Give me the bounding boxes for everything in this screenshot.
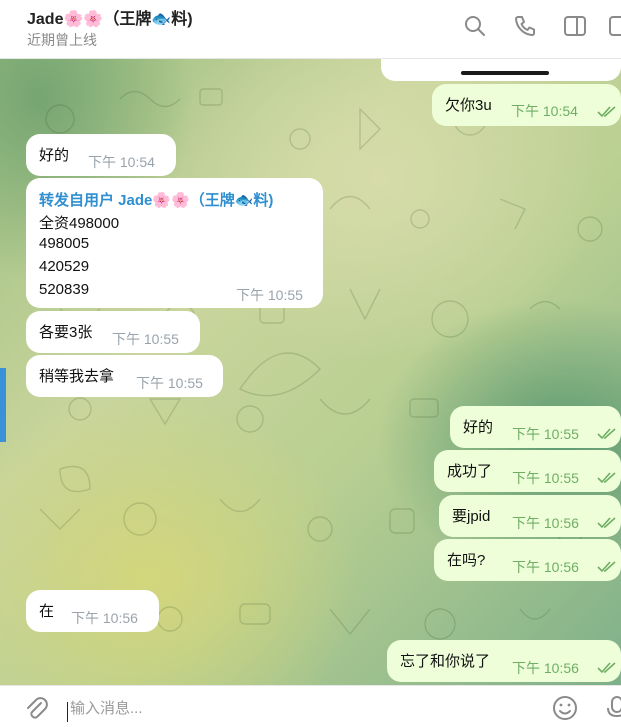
phone-icon[interactable] bbox=[512, 13, 538, 39]
message-bubble-outgoing[interactable]: 忘了和你说了 下午 10:56 bbox=[387, 640, 621, 682]
message-time: 下午 10:54 bbox=[88, 154, 155, 170]
message-time: 下午 10:54 bbox=[511, 103, 578, 119]
message-time: 下午 10:55 bbox=[236, 287, 303, 303]
forwarded-from-label[interactable]: 转发自用户 Jade🌸🌸（王牌🐟料) bbox=[39, 189, 273, 210]
chat-header: Jade🌸🌸（王牌🐟料) 近期曾上线 bbox=[0, 0, 621, 59]
forwarded-line: 520839 bbox=[39, 281, 90, 298]
forwarded-line: 420529 bbox=[39, 258, 90, 275]
message-bubble-incoming[interactable]: 好的 下午 10:54 bbox=[26, 134, 176, 176]
emoji-icon[interactable] bbox=[551, 694, 579, 722]
message-text: 各要3张 bbox=[39, 324, 93, 341]
message-text: 欠你3u bbox=[445, 97, 492, 114]
message-text: 要jpid bbox=[452, 508, 491, 525]
message-input[interactable] bbox=[68, 696, 492, 720]
microphone-icon[interactable] bbox=[603, 694, 621, 722]
search-icon[interactable] bbox=[462, 13, 488, 39]
message-text: 好的 bbox=[39, 147, 70, 164]
read-ticks-icon bbox=[597, 427, 617, 440]
message-time: 下午 10:55 bbox=[512, 470, 579, 486]
message-time: 下午 10:56 bbox=[512, 660, 579, 676]
forwarded-line: 498005 bbox=[39, 235, 90, 252]
sidebar-toggle-icon[interactable] bbox=[562, 13, 588, 39]
message-time: 下午 10:56 bbox=[71, 610, 138, 626]
message-bubble-outgoing[interactable]: 欠你3u 下午 10:54 bbox=[432, 84, 621, 126]
message-text: 忘了和你说了 bbox=[400, 653, 491, 670]
read-ticks-icon bbox=[597, 516, 617, 529]
read-ticks-icon bbox=[597, 661, 617, 674]
message-text: 在 bbox=[39, 603, 55, 620]
message-text: 好的 bbox=[463, 419, 494, 436]
message-bubble-outgoing[interactable]: 在吗? 下午 10:56 bbox=[434, 539, 621, 581]
message-time: 下午 10:56 bbox=[512, 559, 579, 575]
message-time: 下午 10:55 bbox=[512, 426, 579, 442]
message-time: 下午 10:56 bbox=[512, 515, 579, 531]
forwarded-line: 全资498000 bbox=[39, 215, 120, 232]
media-bar bbox=[461, 71, 549, 75]
message-time: 下午 10:55 bbox=[136, 375, 203, 391]
message-time: 下午 10:55 bbox=[112, 331, 179, 347]
message-bubble-incoming[interactable]: 在 下午 10:56 bbox=[26, 590, 159, 632]
message-bubble-incoming[interactable]: 稍等我去拿 下午 10:55 bbox=[26, 355, 223, 397]
read-ticks-icon bbox=[597, 471, 617, 484]
left-accent-bar bbox=[0, 368, 6, 442]
message-bubble-outgoing[interactable]: 要jpid 下午 10:56 bbox=[439, 495, 621, 537]
paperclip-icon[interactable] bbox=[22, 694, 50, 722]
message-text: 稍等我去拿 bbox=[39, 368, 115, 385]
message-bubble-outgoing[interactable]: 好的 下午 10:55 bbox=[450, 406, 621, 448]
previous-message-card bbox=[381, 59, 621, 81]
chat-status: 近期曾上线 bbox=[27, 32, 97, 48]
more-icon[interactable] bbox=[606, 13, 621, 39]
chat-title[interactable]: Jade🌸🌸（王牌🐟料) bbox=[27, 5, 193, 29]
message-bubble-incoming[interactable]: 各要3张 下午 10:55 bbox=[26, 311, 200, 353]
read-ticks-icon bbox=[597, 560, 617, 573]
forwarded-message-bubble[interactable]: 转发自用户 Jade🌸🌸（王牌🐟料) 全资498000 498005 42052… bbox=[26, 178, 323, 308]
message-composer bbox=[0, 685, 621, 723]
read-ticks-icon bbox=[597, 105, 617, 118]
message-text: 在吗? bbox=[447, 552, 486, 569]
message-bubble-outgoing[interactable]: 成功了 下午 10:55 bbox=[434, 450, 621, 492]
message-text: 成功了 bbox=[447, 463, 493, 480]
